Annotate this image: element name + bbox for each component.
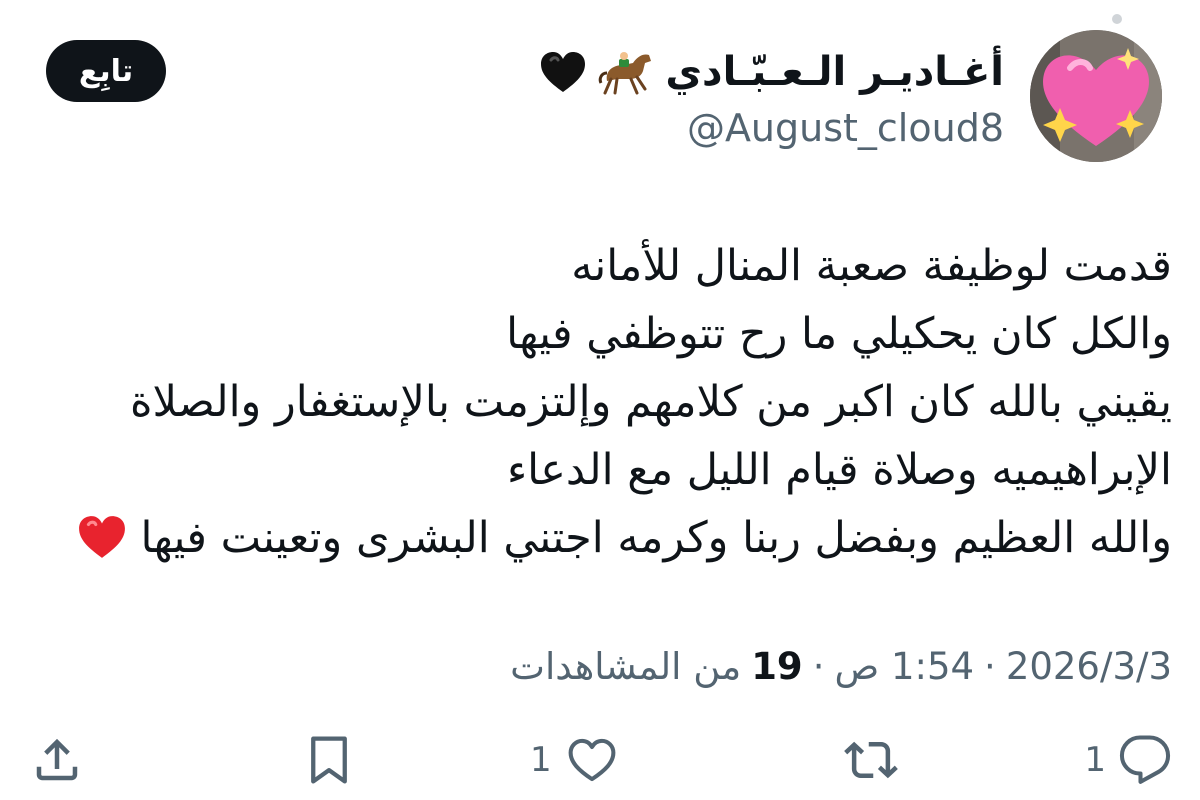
tweet-meta: 2026/3/3 · 1:54 ص · 19 من المشاهدات <box>510 638 1172 694</box>
tweet-page: أغـاديـر الـعـبّـادي @August_cloud8 تابِ… <box>0 0 1200 800</box>
tweet-line: قدمت لوظيفة صعبة المنال للأمانه <box>571 241 1172 291</box>
views-label: من المشاهدات <box>510 644 742 688</box>
tweet-line: الإبراهيميه وصلاة قيام الليل مع الدعاء <box>506 445 1172 495</box>
black-heart-icon <box>539 50 587 94</box>
retweet-icon <box>844 741 898 779</box>
tweet-line: والكل كان يحكيلي ما رح تتوظفي فيها <box>506 309 1172 359</box>
tweet-line-text: والله العظيم وبفضل ربنا وكرمه اجتني البش… <box>140 513 1173 563</box>
like-button[interactable]: 1 <box>530 726 620 794</box>
bookmark-icon <box>311 736 347 784</box>
author-name-row[interactable]: أغـاديـر الـعـبّـادي <box>539 42 1004 102</box>
tweet-line-last: والله العظيم وبفضل ربنا وكرمه اجتني البش… <box>22 504 1172 580</box>
action-bar: 1 1 <box>0 726 1200 794</box>
reply-button[interactable]: 1 <box>1084 726 1172 794</box>
meta-separator: · <box>984 644 996 688</box>
share-icon <box>36 738 78 781</box>
tweet-text: قدمت لوظيفة صعبة المنال للأمانه والكل كا… <box>22 232 1172 580</box>
bookmark-button[interactable] <box>302 726 356 794</box>
follow-button[interactable]: تابِع <box>46 40 166 102</box>
sparkling-heart-avatar-icon <box>1030 30 1162 162</box>
status-dot <box>1112 14 1122 24</box>
reply-count: 1 <box>1084 740 1106 780</box>
retweet-button[interactable] <box>842 726 900 794</box>
share-button[interactable] <box>30 726 84 794</box>
avatar[interactable] <box>1030 30 1162 162</box>
views-count: 19 <box>751 644 803 688</box>
tweet-date[interactable]: 2026/3/3 <box>1006 645 1172 688</box>
reply-icon <box>1119 735 1171 784</box>
author-handle[interactable]: @August_cloud8 <box>687 106 1004 150</box>
display-name[interactable]: أغـاديـر الـعـبّـادي <box>665 49 1004 95</box>
tweet-time[interactable]: 1:54 ص <box>834 645 974 688</box>
red-heart-icon <box>77 512 127 580</box>
horse-racing-icon <box>597 47 655 97</box>
tweet-line: يقيني بالله كان اكبر من كلامهم وإلتزمت ب… <box>130 377 1172 427</box>
meta-separator: · <box>812 644 825 688</box>
heart-icon <box>568 738 616 782</box>
like-count: 1 <box>530 740 552 780</box>
